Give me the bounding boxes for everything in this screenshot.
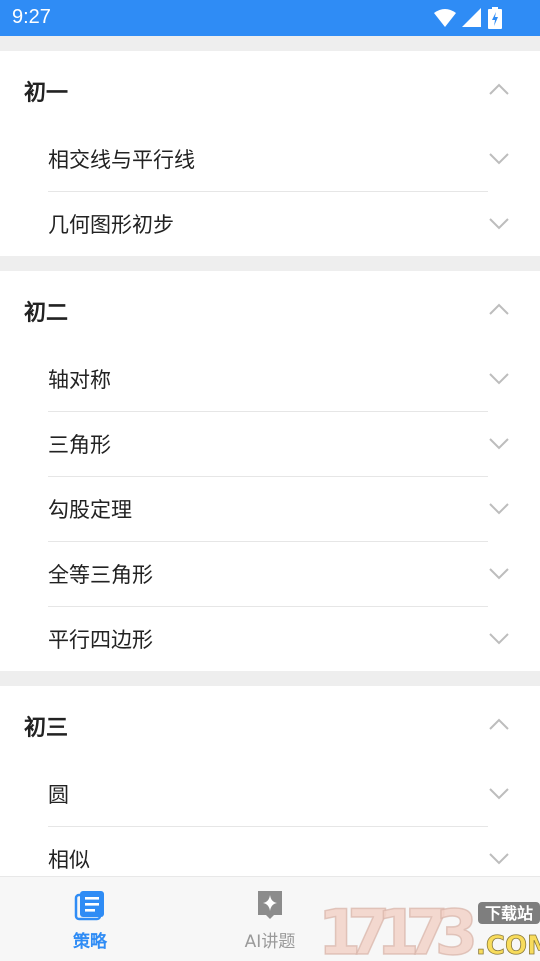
section-grade-9: 初三 圆 相似 (0, 686, 540, 876)
wifi-icon (434, 9, 456, 27)
section-header[interactable]: 初二 (0, 271, 540, 347)
section-title: 初二 (24, 301, 69, 326)
item-label: 相似 (48, 848, 90, 872)
tab-label: 策略 (73, 932, 107, 952)
chevron-down-icon (489, 153, 509, 165)
item-label: 相交线与平行线 (48, 148, 195, 172)
battery-icon (488, 7, 502, 29)
chevron-down-icon (489, 438, 509, 450)
chevron-up-icon (489, 83, 509, 95)
chevron-down-icon (489, 788, 509, 800)
list-item[interactable]: 几何图形初步 (48, 191, 509, 256)
item-label: 全等三角形 (48, 563, 153, 587)
list-item[interactable]: 平行四边形 (48, 606, 509, 671)
item-label: 圆 (48, 783, 69, 807)
sparkle-icon (258, 891, 282, 919)
chevron-down-icon (489, 568, 509, 580)
list-item[interactable]: 相似 (48, 826, 509, 876)
tab-ai-explain[interactable]: AI讲题 (220, 877, 320, 961)
list-icon (74, 891, 104, 921)
chevron-up-icon (489, 303, 509, 315)
watermark-badge: 下载站 (485, 904, 533, 923)
status-time: 9:27 (12, 6, 51, 28)
chevron-down-icon (489, 853, 509, 865)
chevron-down-icon (489, 218, 509, 230)
cell-signal-icon (462, 8, 481, 27)
section-header[interactable]: 初三 (0, 686, 540, 762)
chevron-up-icon (489, 718, 509, 730)
chevron-down-icon (489, 503, 509, 515)
list-item[interactable]: 相交线与平行线 (48, 127, 509, 191)
status-bar: 9:27 (0, 0, 540, 36)
list-item[interactable]: 三角形 (48, 411, 509, 476)
list-item[interactable]: 圆 (48, 762, 509, 826)
section-header[interactable]: 初一 (0, 51, 540, 127)
status-icons (434, 7, 502, 29)
list-item[interactable]: 轴对称 (48, 347, 509, 411)
item-label: 几何图形初步 (48, 213, 174, 237)
tab-label: AI讲题 (244, 932, 296, 952)
item-label: 勾股定理 (48, 498, 132, 522)
tab-strategy[interactable]: 策略 (40, 877, 140, 961)
list-item[interactable]: 勾股定理 (48, 476, 509, 541)
list-item[interactable]: 全等三角形 (48, 541, 509, 606)
chapter-list: 初一 相交线与平行线 几何图形初步 初二 轴对称 三角形 勾股定理 全等三角形 … (0, 36, 540, 876)
section-grade-8: 初二 轴对称 三角形 勾股定理 全等三角形 平行四边形 (0, 271, 540, 671)
item-label: 轴对称 (48, 368, 111, 392)
item-label: 三角形 (48, 433, 111, 457)
watermark-text: 17173 (318, 896, 478, 960)
watermark-logo: 17173 下载站 .COM (318, 896, 540, 960)
section-title: 初三 (24, 716, 69, 741)
chevron-down-icon (489, 633, 509, 645)
item-label: 平行四边形 (48, 628, 153, 652)
section-title: 初一 (24, 81, 69, 106)
section-grade-7: 初一 相交线与平行线 几何图形初步 (0, 51, 540, 256)
watermark-suffix: .COM (476, 931, 540, 960)
chevron-down-icon (489, 373, 509, 385)
